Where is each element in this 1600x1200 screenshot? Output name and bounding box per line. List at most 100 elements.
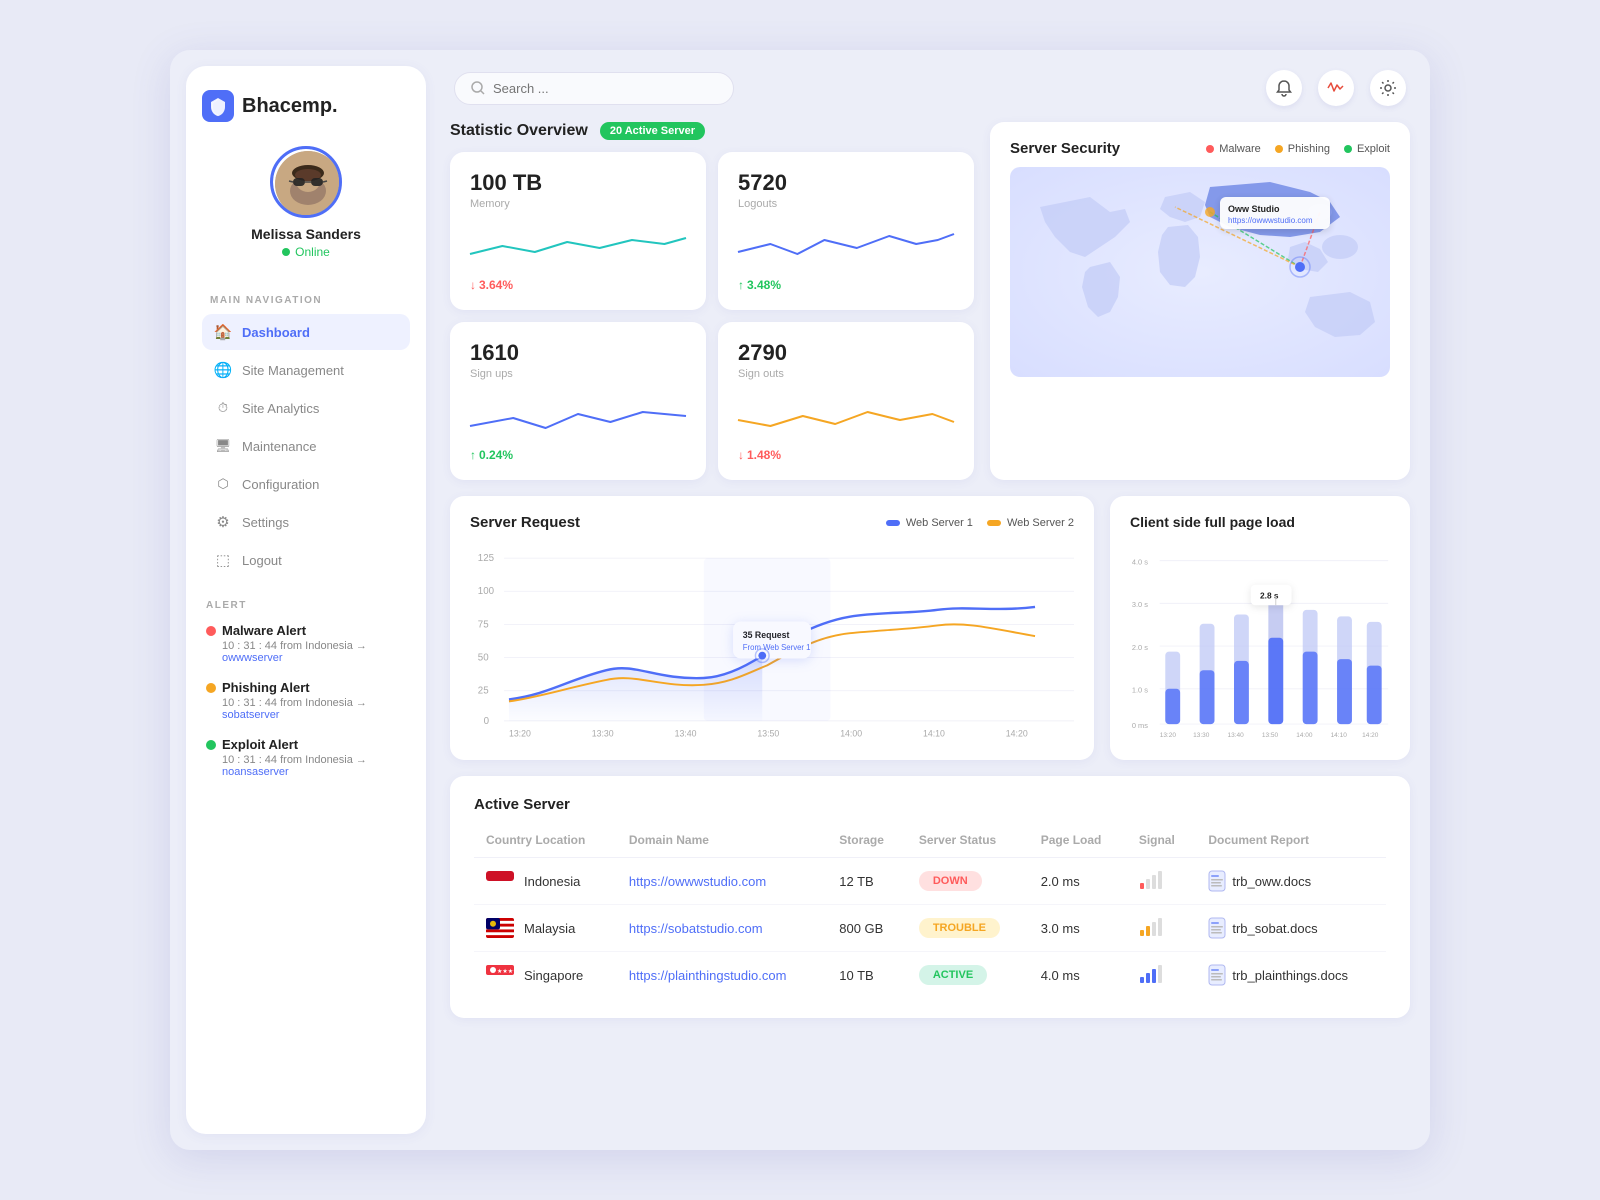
active-server-title: Active Server [474, 796, 1386, 813]
sidebar-item-settings[interactable]: ⚙ Settings [202, 504, 410, 540]
status-badge: DOWN [919, 871, 982, 891]
domain-cell[interactable]: https://owwwstudio.com [617, 858, 827, 905]
domain-link[interactable]: https://sobatstudio.com [629, 921, 763, 936]
avatar [275, 151, 341, 217]
status-badge: ACTIVE [919, 965, 987, 985]
exploit-dot [206, 740, 216, 750]
active-server-badge: 20 Active Server [600, 122, 705, 140]
security-title: Server Security [1010, 140, 1120, 157]
sidebar-item-label: Site Analytics [242, 401, 319, 416]
table-row: Indonesia https://owwwstudio.com 12 TB D… [474, 858, 1386, 905]
svg-text:13:50: 13:50 [1262, 732, 1279, 739]
statistic-header: Statistic Overview 20 Active Server [450, 122, 974, 140]
country-name: Indonesia [524, 874, 580, 889]
sidebar-item-label: Logout [242, 553, 282, 568]
alert-exploit-link[interactable]: noansaserver [222, 766, 410, 778]
logo-area: Bhacemp. [202, 90, 410, 122]
svg-text:14:00: 14:00 [840, 728, 862, 738]
svg-text:13:40: 13:40 [675, 728, 697, 738]
svg-text:Oww Studio: Oww Studio [1228, 204, 1280, 214]
alert-section: ALERT Malware Alert 10 : 31 : 44 from In… [202, 600, 410, 794]
search-icon [471, 81, 485, 95]
domain-cell[interactable]: https://plainthingstudio.com [617, 952, 827, 999]
doc-name: trb_plainthings.docs [1232, 968, 1348, 983]
ws1-color [886, 520, 900, 526]
signouts-chart [738, 394, 954, 438]
alert-malware-title: Malware Alert [206, 623, 410, 638]
search-box[interactable] [454, 72, 734, 105]
alert-malware: Malware Alert 10 : 31 : 44 from Indonesi… [202, 623, 410, 664]
alert-exploit-title: Exploit Alert [206, 737, 410, 752]
signouts-value: 2790 [738, 340, 954, 366]
sidebar-item-logout[interactable]: ⬚ Logout [202, 542, 410, 578]
status-badge: TROUBLE [919, 918, 1000, 938]
avatar-area: Melissa Sanders Online [202, 146, 410, 259]
alert-section-label: ALERT [206, 600, 410, 611]
sidebar-item-label: Site Management [242, 363, 344, 378]
sidebar-item-maintenance[interactable]: 🖥 Maintenance [202, 428, 410, 464]
logo-icon [202, 90, 234, 122]
pageload-cell: 2.0 ms [1029, 858, 1127, 905]
alert-exploit-info: 10 : 31 : 44 from Indonesia → [222, 754, 410, 766]
notification-icon[interactable] [1266, 70, 1302, 106]
svg-text:0: 0 [484, 716, 490, 727]
storage-cell: 12 TB [827, 858, 907, 905]
country-name: Singapore [524, 968, 583, 983]
domain-link[interactable]: https://plainthingstudio.com [629, 968, 787, 983]
storage-cell: 800 GB [827, 905, 907, 952]
svg-text:75: 75 [478, 619, 489, 630]
status-text: Online [295, 245, 330, 259]
signups-value: 1610 [470, 340, 686, 366]
malware-legend-dot [1206, 145, 1214, 153]
alert-phishing-info: 10 : 31 : 44 from Indonesia → [222, 697, 410, 709]
status-dot [282, 248, 290, 256]
alert-malware-link[interactable]: owwwserver [222, 652, 410, 664]
signouts-change: ↓1.48% [738, 448, 954, 462]
legend-exploit: Exploit [1344, 143, 1390, 155]
col-status: Server Status [907, 827, 1029, 858]
country-cell: ★★★★★ Singapore [474, 952, 617, 999]
avatar-ring [270, 146, 342, 218]
search-input[interactable] [493, 81, 717, 96]
stat-card-signouts: 2790 Sign outs ↓1.48% [718, 322, 974, 480]
sidebar-item-site-management[interactable]: 🌐 Site Management [202, 352, 410, 388]
sidebar-item-label: Maintenance [242, 439, 316, 454]
doc-name: trb_oww.docs [1232, 874, 1311, 889]
clock-icon: ⏱ [214, 399, 232, 417]
user-name: Melissa Sanders [251, 226, 361, 242]
world-map: Oww Studio https://owwwstudio.com [1010, 167, 1390, 377]
gear-icon: ⚙ [214, 513, 232, 531]
alert-phishing-link[interactable]: sobatserver [222, 709, 410, 721]
memory-name: Memory [470, 198, 686, 210]
domain-link[interactable]: https://owwwstudio.com [629, 874, 766, 889]
sidebar-item-site-analytics[interactable]: ⏱ Site Analytics [202, 390, 410, 426]
svg-text:2.0 s: 2.0 s [1132, 643, 1148, 652]
status-cell: TROUBLE [907, 905, 1029, 952]
settings-icon[interactable] [1370, 70, 1406, 106]
memory-value: 100 TB [470, 170, 686, 196]
hex-icon: ⬡ [214, 475, 232, 493]
sidebar-item-label: Settings [242, 515, 289, 530]
activity-icon[interactable] [1318, 70, 1354, 106]
col-doc: Document Report [1196, 827, 1386, 858]
signouts-name: Sign outs [738, 368, 954, 380]
signal-cell [1127, 905, 1197, 952]
stat-card-memory: 100 TB Memory ↓3.64% [450, 152, 706, 310]
app-name: Bhacemp. [242, 95, 338, 118]
stat-card-logouts: 5720 Logouts ↑3.48% [718, 152, 974, 310]
doc-cell: trb_plainthings.docs [1196, 952, 1386, 999]
status-cell: ACTIVE [907, 952, 1029, 999]
svg-text:13:50: 13:50 [757, 728, 779, 738]
sidebar-item-configuration[interactable]: ⬡ Configuration [202, 466, 410, 502]
req-legend: Web Server 1 Web Server 2 [886, 517, 1074, 529]
signal-cell [1127, 952, 1197, 999]
phishing-dot [206, 683, 216, 693]
logout-icon: ⬚ [214, 551, 232, 569]
domain-cell[interactable]: https://sobatstudio.com [617, 905, 827, 952]
security-header: Server Security Malware Phishing Expl [1010, 140, 1390, 157]
svg-text:1.0 s: 1.0 s [1132, 686, 1148, 695]
alert-malware-info: 10 : 31 : 44 from Indonesia → [222, 640, 410, 652]
sidebar-item-dashboard[interactable]: 🏠 Dashboard [202, 314, 410, 350]
col-country: Country Location [474, 827, 617, 858]
svg-text:14:10: 14:10 [923, 728, 945, 738]
